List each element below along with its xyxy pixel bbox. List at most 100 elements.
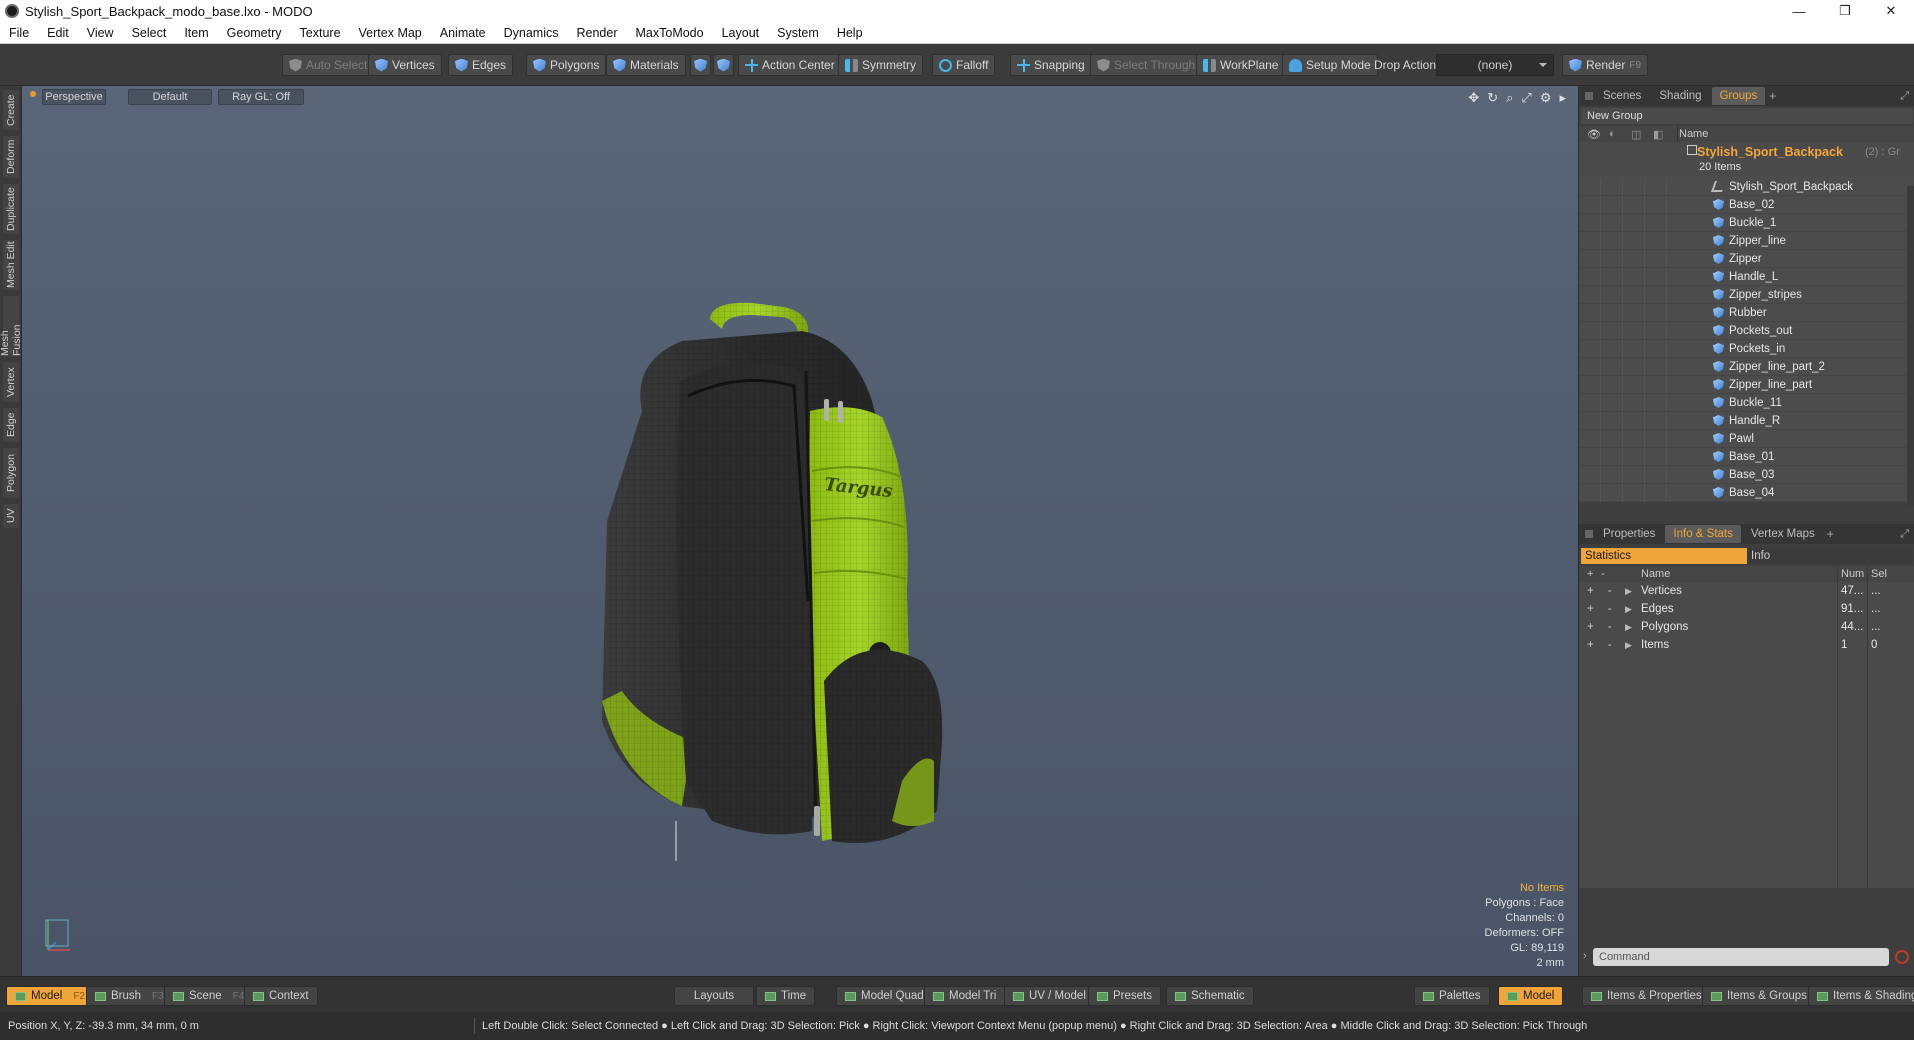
group-item-row[interactable]: Pawl	[1579, 429, 1914, 448]
render-button[interactable]: Render F9	[1562, 54, 1649, 76]
uv-model-button[interactable]: UV / Model	[1004, 986, 1095, 1006]
items-groups-button[interactable]: Items & Groups	[1702, 986, 1816, 1006]
menu-layout[interactable]: Layout	[713, 26, 769, 40]
group-item-row[interactable]: Base_04	[1579, 483, 1914, 502]
panel-menu-icon[interactable]	[1585, 92, 1593, 100]
group-item-row[interactable]: Base_03	[1579, 465, 1914, 484]
raygl-toggle[interactable]: Ray GL: Off	[218, 89, 304, 105]
model-quad-button[interactable]: Model Quad	[836, 986, 933, 1006]
shading-mode-button[interactable]: Default	[128, 89, 212, 105]
model-right-button[interactable]: Model	[1498, 986, 1564, 1006]
group-item-row[interactable]: Buckle_11	[1579, 393, 1914, 412]
auto-select-button[interactable]: Auto Select	[282, 54, 375, 76]
tab-mesh-edit[interactable]: Mesh Edit	[3, 240, 19, 290]
zoom-icon[interactable]: ⌕	[1506, 90, 1513, 106]
tab-create[interactable]: Create	[3, 90, 19, 130]
tab-edge[interactable]: Edge	[3, 408, 19, 442]
tab-scenes[interactable]: Scenes	[1595, 87, 1649, 105]
close-button[interactable]: ✕	[1868, 0, 1914, 22]
viewport-menu-icon[interactable]	[30, 91, 36, 97]
menu-texture[interactable]: Texture	[291, 26, 350, 40]
tab-statistics[interactable]: Statistics	[1581, 548, 1747, 564]
tab-mesh-fusion[interactable]: Mesh Fusion	[0, 296, 23, 356]
setup-mode-button[interactable]: Setup Mode	[1282, 54, 1378, 76]
symmetry-button[interactable]: Symmetry	[838, 54, 923, 76]
stats-row[interactable]: + - ▶ Edges 91......	[1579, 600, 1914, 618]
maximize-panel-icon[interactable]: ⤢	[1900, 528, 1909, 541]
group-item-row[interactable]: Handle_R	[1579, 411, 1914, 430]
rotate-icon[interactable]: ↻	[1487, 90, 1498, 106]
select-mode-a-button[interactable]	[690, 54, 711, 76]
arrow-right-icon[interactable]: ▸	[1559, 90, 1566, 106]
minimize-button[interactable]: —	[1776, 0, 1822, 22]
group-item-row[interactable]: Zipper_line	[1579, 231, 1914, 250]
maximize-panel-icon[interactable]: ⤢	[1900, 90, 1909, 103]
menu-maxtomodo[interactable]: MaxToModo	[627, 26, 713, 40]
group-row[interactable]: Stylish_Sport_Backpack (2) : Gr 20 Items	[1579, 142, 1914, 176]
group-item-row[interactable]: Base_02	[1579, 195, 1914, 214]
menu-animate[interactable]: Animate	[431, 26, 495, 40]
menu-geometry[interactable]: Geometry	[218, 26, 291, 40]
command-history-icon[interactable]	[1895, 950, 1909, 964]
select-col-icon[interactable]: ◧	[1653, 128, 1663, 141]
pan-icon[interactable]: ✥	[1468, 90, 1479, 106]
menu-dynamics[interactable]: Dynamics	[495, 26, 568, 40]
model-layout-button[interactable]: Model F2	[6, 986, 94, 1006]
group-item-row[interactable]: Zipper_line_part	[1579, 375, 1914, 394]
group-item-row[interactable]: Pockets_out	[1579, 321, 1914, 340]
expand-triangle-icon[interactable]: ▶	[1625, 640, 1632, 651]
items-properties-button[interactable]: Items & Properties	[1582, 986, 1711, 1006]
expand-collapse-icons[interactable]: + -	[1587, 639, 1617, 651]
falloff-button[interactable]: Falloff	[932, 54, 996, 76]
menu-edit[interactable]: Edit	[38, 26, 78, 40]
tab-info[interactable]: Info	[1747, 548, 1913, 564]
stats-row[interactable]: + - ▶ Polygons 44......	[1579, 618, 1914, 636]
palettes-button[interactable]: Palettes	[1414, 986, 1490, 1006]
select-through-button[interactable]: Select Through	[1090, 54, 1203, 76]
layouts-button[interactable]: Layouts	[674, 986, 754, 1006]
tab-info-stats[interactable]: Info & Stats	[1665, 525, 1741, 543]
presets-button[interactable]: Presets	[1088, 986, 1161, 1006]
workplane-button[interactable]: WorkPlane	[1196, 54, 1286, 76]
polygons-button[interactable]: Polygons	[526, 54, 607, 76]
group-item-row[interactable]: Base_01	[1579, 447, 1914, 466]
edges-button[interactable]: Edges	[448, 54, 514, 76]
action-center-button[interactable]: Action Center	[738, 54, 842, 76]
snapping-button[interactable]: Snapping	[1010, 54, 1092, 76]
maximize-button[interactable]: ❐	[1822, 0, 1868, 22]
group-item-row[interactable]: Handle_L	[1579, 267, 1914, 286]
gear-icon[interactable]: ⚙	[1540, 90, 1552, 106]
drop-action-select[interactable]: (none)	[1436, 54, 1554, 76]
add-tab-icon[interactable]: +	[1827, 527, 1834, 541]
expand-triangle-icon[interactable]: ▶	[1625, 586, 1632, 597]
view-mode-button[interactable]: Perspective	[42, 89, 106, 105]
render-col-icon[interactable]: ◫	[1631, 128, 1641, 141]
vertices-button[interactable]: Vertices	[368, 54, 442, 76]
menu-render[interactable]: Render	[568, 26, 627, 40]
tab-polygon[interactable]: Polygon	[3, 448, 19, 498]
expand-triangle-icon[interactable]: ▶	[1625, 622, 1632, 633]
materials-button[interactable]: Materials	[606, 54, 686, 76]
group-item-row[interactable]: Zipper_line_part_2	[1579, 357, 1914, 376]
add-tab-icon[interactable]: +	[1769, 89, 1776, 103]
scene-layout-button[interactable]: Scene F4	[164, 986, 254, 1006]
group-item-row[interactable]: Zipper_stripes	[1579, 285, 1914, 304]
new-group-button[interactable]: New Group	[1581, 108, 1913, 124]
items-shading-button[interactable]: Items & Shading	[1808, 986, 1914, 1006]
time-layout-button[interactable]: Time	[756, 986, 816, 1006]
tab-duplicate[interactable]: Duplicate	[3, 184, 19, 234]
tab-vertex[interactable]: Vertex	[3, 362, 19, 402]
tab-groups[interactable]: Groups	[1711, 87, 1766, 105]
context-layout-button[interactable]: Context	[244, 986, 318, 1006]
menu-item[interactable]: Item	[175, 26, 217, 40]
group-item-row[interactable]: Buckle_1	[1579, 213, 1914, 232]
command-expand-icon[interactable]: ›	[1583, 950, 1587, 962]
name-column-header[interactable]: Name	[1679, 128, 1708, 140]
groups-scrollbar[interactable]	[1907, 186, 1914, 506]
brush-layout-button[interactable]: Brush F3	[86, 986, 173, 1006]
visibility-col-icon[interactable]: 👁	[1587, 128, 1601, 141]
stats-row[interactable]: + - ▶ Vertices 47......	[1579, 582, 1914, 600]
group-item-row[interactable]: Pockets_in	[1579, 339, 1914, 358]
stats-row[interactable]: + - ▶ Items 1 0	[1579, 636, 1914, 654]
3d-viewport[interactable]: Perspective Default Ray GL: Off ✥ ↻ ⌕ ⤢ …	[22, 86, 1578, 976]
